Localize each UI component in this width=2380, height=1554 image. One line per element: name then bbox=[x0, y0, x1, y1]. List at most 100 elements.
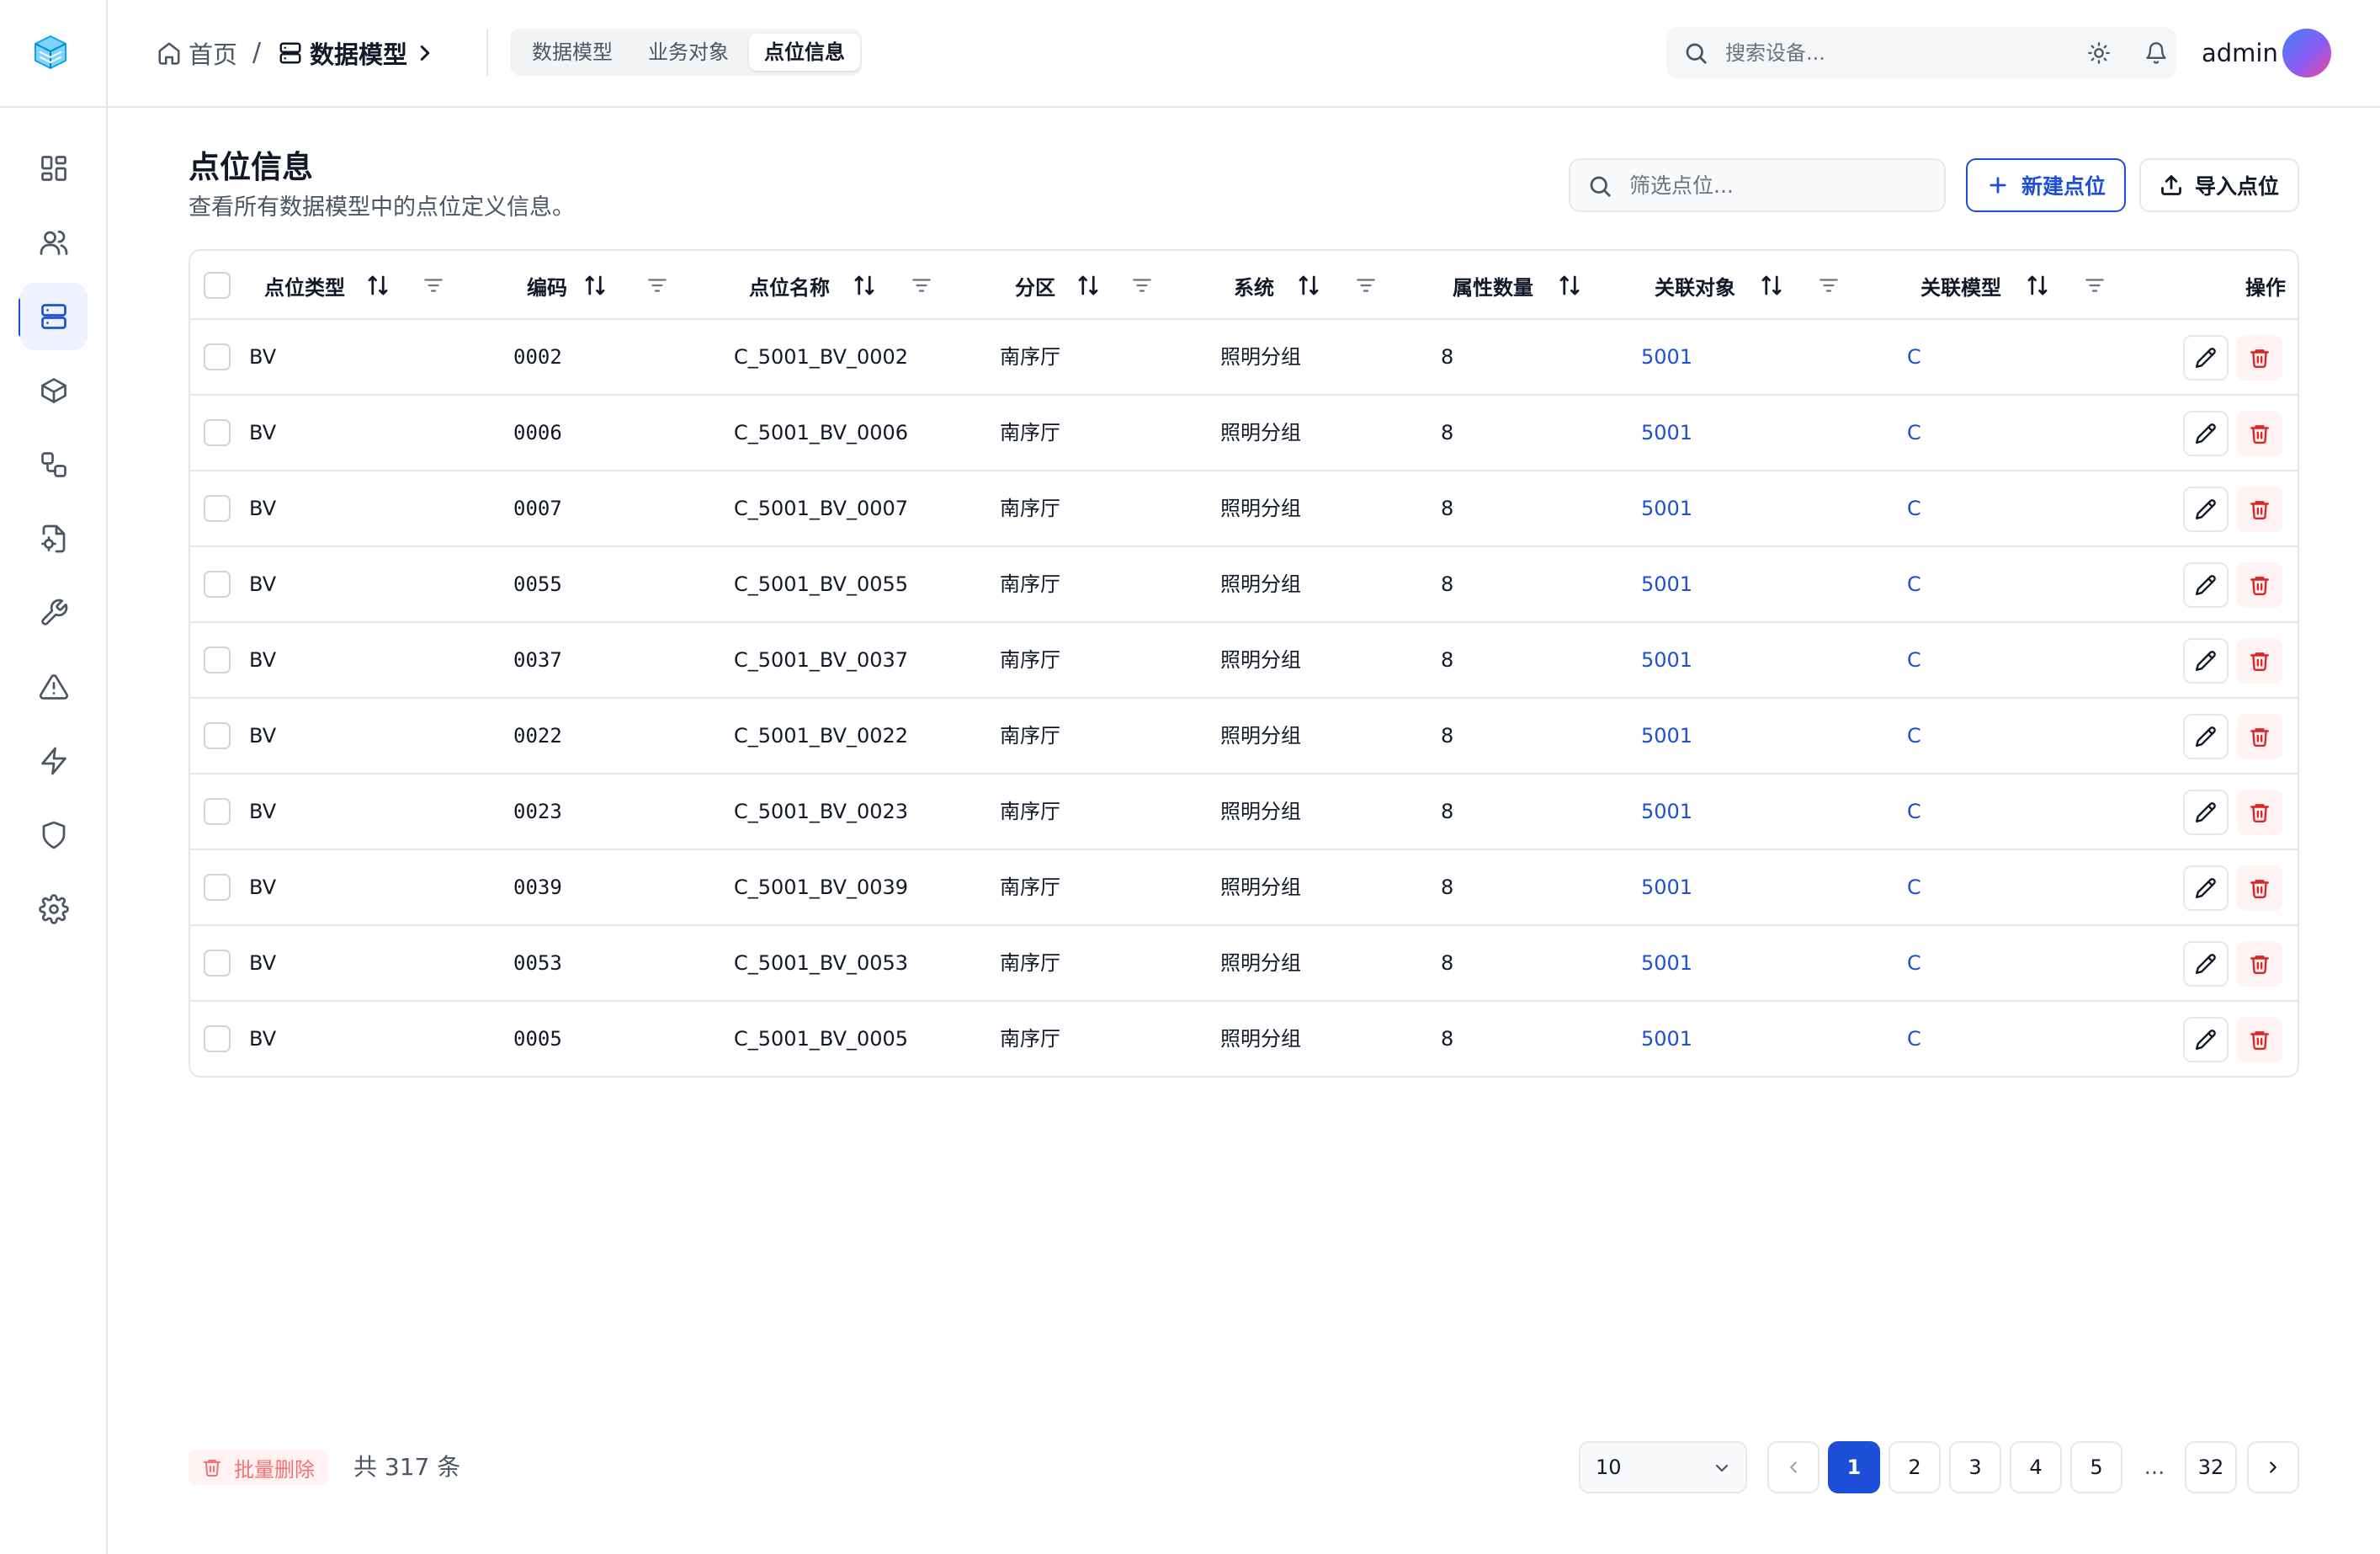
related-object-link[interactable]: 5001 bbox=[1641, 774, 1692, 849]
edit-button[interactable] bbox=[2183, 562, 2229, 608]
point-filter[interactable] bbox=[1569, 158, 1946, 212]
row-checkbox[interactable] bbox=[204, 950, 231, 977]
row-checkbox[interactable] bbox=[204, 722, 231, 749]
nav-data-model[interactable] bbox=[20, 283, 88, 350]
nav-energy[interactable] bbox=[20, 727, 88, 795]
edit-button[interactable] bbox=[2183, 865, 2229, 911]
column-header-point-type[interactable]: 点位类型 bbox=[264, 251, 345, 320]
nav-dashboard[interactable] bbox=[20, 135, 88, 202]
nav-alarms[interactable] bbox=[20, 653, 88, 721]
related-model-link[interactable]: C bbox=[1907, 396, 1921, 470]
row-checkbox[interactable] bbox=[204, 343, 231, 370]
related-model-link[interactable]: C bbox=[1907, 1002, 1921, 1076]
related-object-link[interactable]: 5001 bbox=[1641, 1002, 1692, 1076]
nav-maintenance[interactable] bbox=[20, 579, 88, 647]
page-size-select[interactable]: 10 bbox=[1579, 1441, 1747, 1493]
filter-icon[interactable] bbox=[646, 274, 668, 296]
page-5-button[interactable]: 5 bbox=[2070, 1441, 2122, 1493]
related-object-link[interactable]: 5001 bbox=[1641, 623, 1692, 697]
import-points-button[interactable]: 导入点位 bbox=[2139, 158, 2299, 212]
row-checkbox[interactable] bbox=[204, 647, 231, 673]
delete-button[interactable] bbox=[2237, 411, 2282, 456]
nav-objects[interactable] bbox=[20, 357, 88, 424]
delete-button[interactable] bbox=[2237, 638, 2282, 684]
page-last-button[interactable]: 32 bbox=[2185, 1441, 2237, 1493]
related-model-link[interactable]: C bbox=[1907, 547, 1921, 621]
related-object-link[interactable]: 5001 bbox=[1641, 547, 1692, 621]
related-model-link[interactable]: C bbox=[1907, 774, 1921, 849]
avatar[interactable] bbox=[2282, 29, 2331, 77]
filter-icon[interactable] bbox=[911, 274, 932, 296]
nav-users[interactable] bbox=[20, 209, 88, 276]
related-model-link[interactable]: C bbox=[1907, 699, 1921, 773]
chevron-right-icon[interactable] bbox=[412, 40, 438, 66]
sort-icon[interactable] bbox=[582, 273, 608, 298]
filter-icon[interactable] bbox=[2084, 274, 2106, 296]
filter-icon[interactable] bbox=[1131, 274, 1153, 296]
delete-button[interactable] bbox=[2237, 562, 2282, 608]
tab-point-info[interactable]: 点位信息 bbox=[749, 34, 860, 71]
delete-button[interactable] bbox=[2237, 487, 2282, 532]
username[interactable]: admin bbox=[2202, 34, 2278, 72]
next-page-button[interactable] bbox=[2247, 1441, 2299, 1493]
related-model-link[interactable]: C bbox=[1907, 471, 1921, 545]
row-checkbox[interactable] bbox=[204, 874, 231, 901]
breadcrumb-home[interactable]: 首页 bbox=[157, 34, 237, 72]
column-header-system[interactable]: 系统 bbox=[1234, 251, 1274, 320]
page-1-button[interactable]: 1 bbox=[1828, 1441, 1880, 1493]
edit-button[interactable] bbox=[2183, 1017, 2229, 1062]
tab-business-objects[interactable]: 业务对象 bbox=[633, 34, 744, 71]
related-object-link[interactable]: 5001 bbox=[1641, 699, 1692, 773]
point-filter-input[interactable] bbox=[1629, 168, 1932, 202]
cube-logo-icon[interactable] bbox=[30, 32, 71, 72]
prev-page-button[interactable] bbox=[1767, 1441, 1820, 1493]
new-point-button[interactable]: 新建点位 bbox=[1966, 158, 2126, 212]
row-checkbox[interactable] bbox=[204, 495, 231, 522]
related-model-link[interactable]: C bbox=[1907, 926, 1921, 1000]
delete-button[interactable] bbox=[2237, 1017, 2282, 1062]
edit-button[interactable] bbox=[2183, 790, 2229, 835]
column-header-attribute-count[interactable]: 属性数量 bbox=[1453, 251, 1533, 320]
edit-button[interactable] bbox=[2183, 941, 2229, 987]
delete-button[interactable] bbox=[2237, 335, 2282, 381]
sort-icon[interactable] bbox=[365, 273, 390, 298]
sort-icon[interactable] bbox=[2025, 273, 2050, 298]
related-object-link[interactable]: 5001 bbox=[1641, 320, 1692, 394]
edit-button[interactable] bbox=[2183, 638, 2229, 684]
delete-button[interactable] bbox=[2237, 941, 2282, 987]
page-2-button[interactable]: 2 bbox=[1889, 1441, 1941, 1493]
row-checkbox[interactable] bbox=[204, 1025, 231, 1052]
sort-icon[interactable] bbox=[1076, 273, 1101, 298]
column-header-point-name[interactable]: 点位名称 bbox=[749, 251, 830, 320]
row-checkbox[interactable] bbox=[204, 571, 231, 598]
filter-icon[interactable] bbox=[1818, 274, 1840, 296]
bulk-delete-button[interactable]: 批量删除 bbox=[189, 1450, 328, 1485]
related-model-link[interactable]: C bbox=[1907, 623, 1921, 697]
related-model-link[interactable]: C bbox=[1907, 320, 1921, 394]
related-object-link[interactable]: 5001 bbox=[1641, 396, 1692, 470]
filter-icon[interactable] bbox=[422, 274, 444, 296]
theme-toggle-button[interactable] bbox=[2079, 33, 2119, 73]
column-header-related-model[interactable]: 关联模型 bbox=[1920, 251, 2001, 320]
row-checkbox[interactable] bbox=[204, 798, 231, 825]
related-model-link[interactable]: C bbox=[1907, 850, 1921, 924]
column-header-related-object[interactable]: 关联对象 bbox=[1655, 251, 1735, 320]
sort-icon[interactable] bbox=[1557, 273, 1582, 298]
related-object-link[interactable]: 5001 bbox=[1641, 926, 1692, 1000]
related-object-link[interactable]: 5001 bbox=[1641, 850, 1692, 924]
nav-workflow[interactable] bbox=[20, 431, 88, 498]
delete-button[interactable] bbox=[2237, 714, 2282, 759]
select-all-checkbox[interactable] bbox=[204, 272, 231, 299]
row-checkbox[interactable] bbox=[204, 419, 231, 446]
notifications-button[interactable] bbox=[2136, 33, 2176, 73]
edit-button[interactable] bbox=[2183, 487, 2229, 532]
edit-button[interactable] bbox=[2183, 411, 2229, 456]
nav-settings[interactable] bbox=[20, 875, 88, 943]
sort-icon[interactable] bbox=[1759, 273, 1784, 298]
tab-data-model[interactable]: 数据模型 bbox=[517, 34, 628, 71]
delete-button[interactable] bbox=[2237, 790, 2282, 835]
sort-icon[interactable] bbox=[852, 273, 877, 298]
delete-button[interactable] bbox=[2237, 865, 2282, 911]
nav-files[interactable] bbox=[20, 505, 88, 572]
edit-button[interactable] bbox=[2183, 335, 2229, 381]
